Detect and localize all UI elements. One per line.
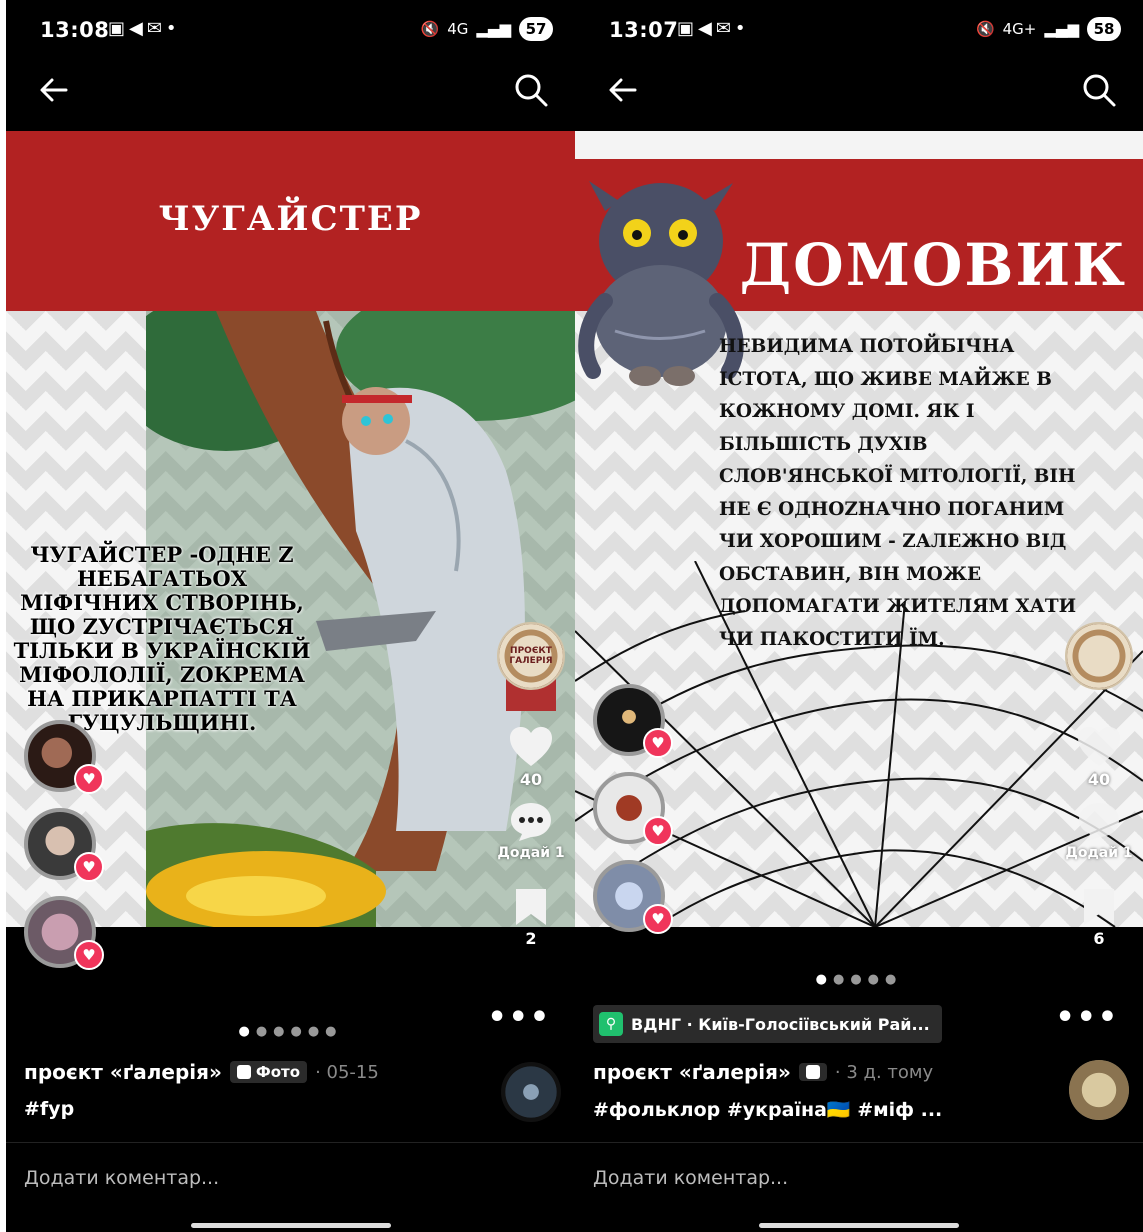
battery-level: 58 — [1087, 17, 1121, 41]
comment-label: Додай 1 — [497, 845, 565, 861]
action-column: ПРОЄКТ ГАЛЕРІЯ 40 Додай 1 2 — [497, 622, 565, 948]
network-label: 4G+ — [1002, 20, 1037, 38]
heart-icon: ♥ — [643, 904, 673, 934]
type-badge: Фото — [229, 1061, 308, 1083]
mute-icon: 🔇 — [420, 20, 440, 38]
status-bar: 13:08 ▣◀✉• 🔇 4G ▂▄▆ 57 — [6, 0, 575, 62]
signal-icon: ▂▄▆ — [476, 20, 511, 38]
network-label: 4G — [447, 20, 469, 38]
left-phone-screen: 13:08 ▣◀✉• 🔇 4G ▂▄▆ 57 ЧУГАЙСТЕР ЧУГАЙСТ… — [6, 0, 575, 1232]
liker-avatar[interactable]: ♥ — [593, 684, 673, 758]
hashtags[interactable]: #фольклор #україна🇺🇦 #міф ... — [593, 1098, 1033, 1121]
author-row: проєкт «ґалерія» Фото · 05-15 — [24, 1060, 465, 1084]
like-heart-icon[interactable] — [508, 726, 554, 768]
post-body-text: ЧУГАЙСТЕР -ОДНЕ Z НЕБАГАТЬОХ МІФІЧНИХ СТ… — [13, 542, 311, 735]
comment-icon[interactable] — [509, 801, 553, 843]
author-name[interactable]: проєкт «ґалерія» — [24, 1060, 222, 1084]
liker-avatars: ♥ ♥ ♥ — [24, 720, 104, 970]
status-time: 13:08 — [40, 18, 110, 42]
heart-icon: ♥ — [643, 816, 673, 846]
status-right: 🔇 4G+ ▂▄▆ 58 — [976, 17, 1121, 41]
home-indicator — [190, 1223, 391, 1228]
top-nav — [575, 62, 1143, 130]
comment-label: Додай 1 — [1065, 845, 1133, 861]
bookmark-icon[interactable] — [1082, 887, 1116, 927]
sound-disc-icon[interactable] — [501, 1062, 561, 1122]
type-label: Фото — [255, 1063, 301, 1081]
like-heart-icon[interactable] — [1076, 726, 1122, 768]
top-nav — [6, 62, 575, 130]
bookmark-icon[interactable] — [514, 887, 548, 927]
type-badge — [798, 1063, 827, 1081]
notification-icons: ▣◀✉• — [677, 18, 750, 39]
mute-icon: 🔇 — [975, 20, 995, 38]
back-arrow-icon[interactable] — [36, 72, 72, 108]
status-time: 13:07 — [609, 18, 679, 42]
post-date: · 05-15 — [315, 1061, 379, 1083]
more-options-icon[interactable]: ••• — [487, 1000, 551, 1035]
comment-bar: Додати коментар... — [6, 1142, 575, 1217]
more-options-icon[interactable]: ••• — [1055, 1000, 1119, 1035]
liker-avatar[interactable]: ♥ — [593, 860, 673, 934]
photo-icon — [236, 1065, 251, 1079]
post-title: ДОМОВИК — [739, 231, 1127, 299]
action-column: 40 Додай 1 6 — [1065, 622, 1133, 948]
carousel-dots: ●●●●● — [815, 972, 903, 987]
post-title: ЧУГАЙСТЕР — [158, 199, 423, 239]
location-pin-icon: ⚲ — [599, 1012, 623, 1036]
like-count: 40 — [519, 770, 543, 789]
liker-avatar[interactable]: ♥ — [24, 808, 104, 882]
photo-icon — [805, 1065, 820, 1079]
status-bar: 13:07 ▣◀✉• 🔇 4G+ ▂▄▆ 58 — [575, 0, 1143, 62]
back-arrow-icon[interactable] — [605, 72, 641, 108]
status-right: 🔇 4G ▂▄▆ 57 — [421, 17, 553, 41]
creator-badge-text: ПРОЄКТ ГАЛЕРІЯ — [509, 646, 553, 666]
creator-avatar[interactable] — [1065, 622, 1133, 690]
creator-avatar[interactable]: ПРОЄКТ ГАЛЕРІЯ — [497, 622, 565, 690]
home-indicator — [759, 1223, 959, 1228]
location-label: ВДНГ · Київ-Голосіївський Рай... — [631, 1014, 930, 1034]
author-name[interactable]: проєкт «ґалерія» — [593, 1060, 791, 1084]
title-band: ЧУГАЙСТЕР — [6, 131, 575, 311]
like-count: 40 — [1087, 770, 1111, 789]
notification-icons: ▣◀✉• — [108, 18, 181, 39]
save-count: 2 — [525, 929, 537, 948]
author-row: проєкт «ґалерія» · 3 д. тому — [593, 1060, 1033, 1084]
comment-icon[interactable] — [1077, 801, 1121, 843]
search-icon[interactable] — [513, 72, 549, 108]
right-phone-screen: 13:07 ▣◀✉• 🔇 4G+ ▂▄▆ 58 ДОМОВИК НЕВИДИМА… — [575, 0, 1143, 1232]
signal-icon: ▂▄▆ — [1044, 20, 1079, 38]
comment-input[interactable]: Додати коментар... — [24, 1167, 219, 1189]
save-count: 6 — [1093, 929, 1105, 948]
post-meta: проєкт «ґалерія» · 3 д. тому #фольклор #… — [593, 1060, 1033, 1121]
heart-icon: ♥ — [643, 728, 673, 758]
heart-icon: ♥ — [74, 852, 104, 882]
sound-disc-icon[interactable] — [1069, 1060, 1129, 1120]
hashtags[interactable]: #fyp — [24, 1098, 465, 1120]
comment-input[interactable]: Додати коментар... — [593, 1167, 788, 1189]
location-tag[interactable]: ⚲ ВДНГ · Київ-Голосіївський Рай... — [593, 1005, 942, 1043]
battery-level: 57 — [519, 17, 553, 41]
post-date: · 3 д. тому — [834, 1061, 934, 1083]
liker-avatar[interactable]: ♥ — [24, 896, 104, 970]
comment-bar: Додати коментар... — [575, 1142, 1143, 1217]
post-meta: проєкт «ґалерія» Фото · 05-15 #fyp — [24, 1060, 465, 1120]
liker-avatar[interactable]: ♥ — [593, 772, 673, 846]
search-icon[interactable] — [1081, 72, 1117, 108]
heart-icon: ♥ — [74, 764, 104, 794]
liker-avatars: ♥ ♥ ♥ — [593, 684, 673, 934]
liker-avatar[interactable]: ♥ — [24, 720, 104, 794]
heart-icon: ♥ — [74, 940, 104, 970]
